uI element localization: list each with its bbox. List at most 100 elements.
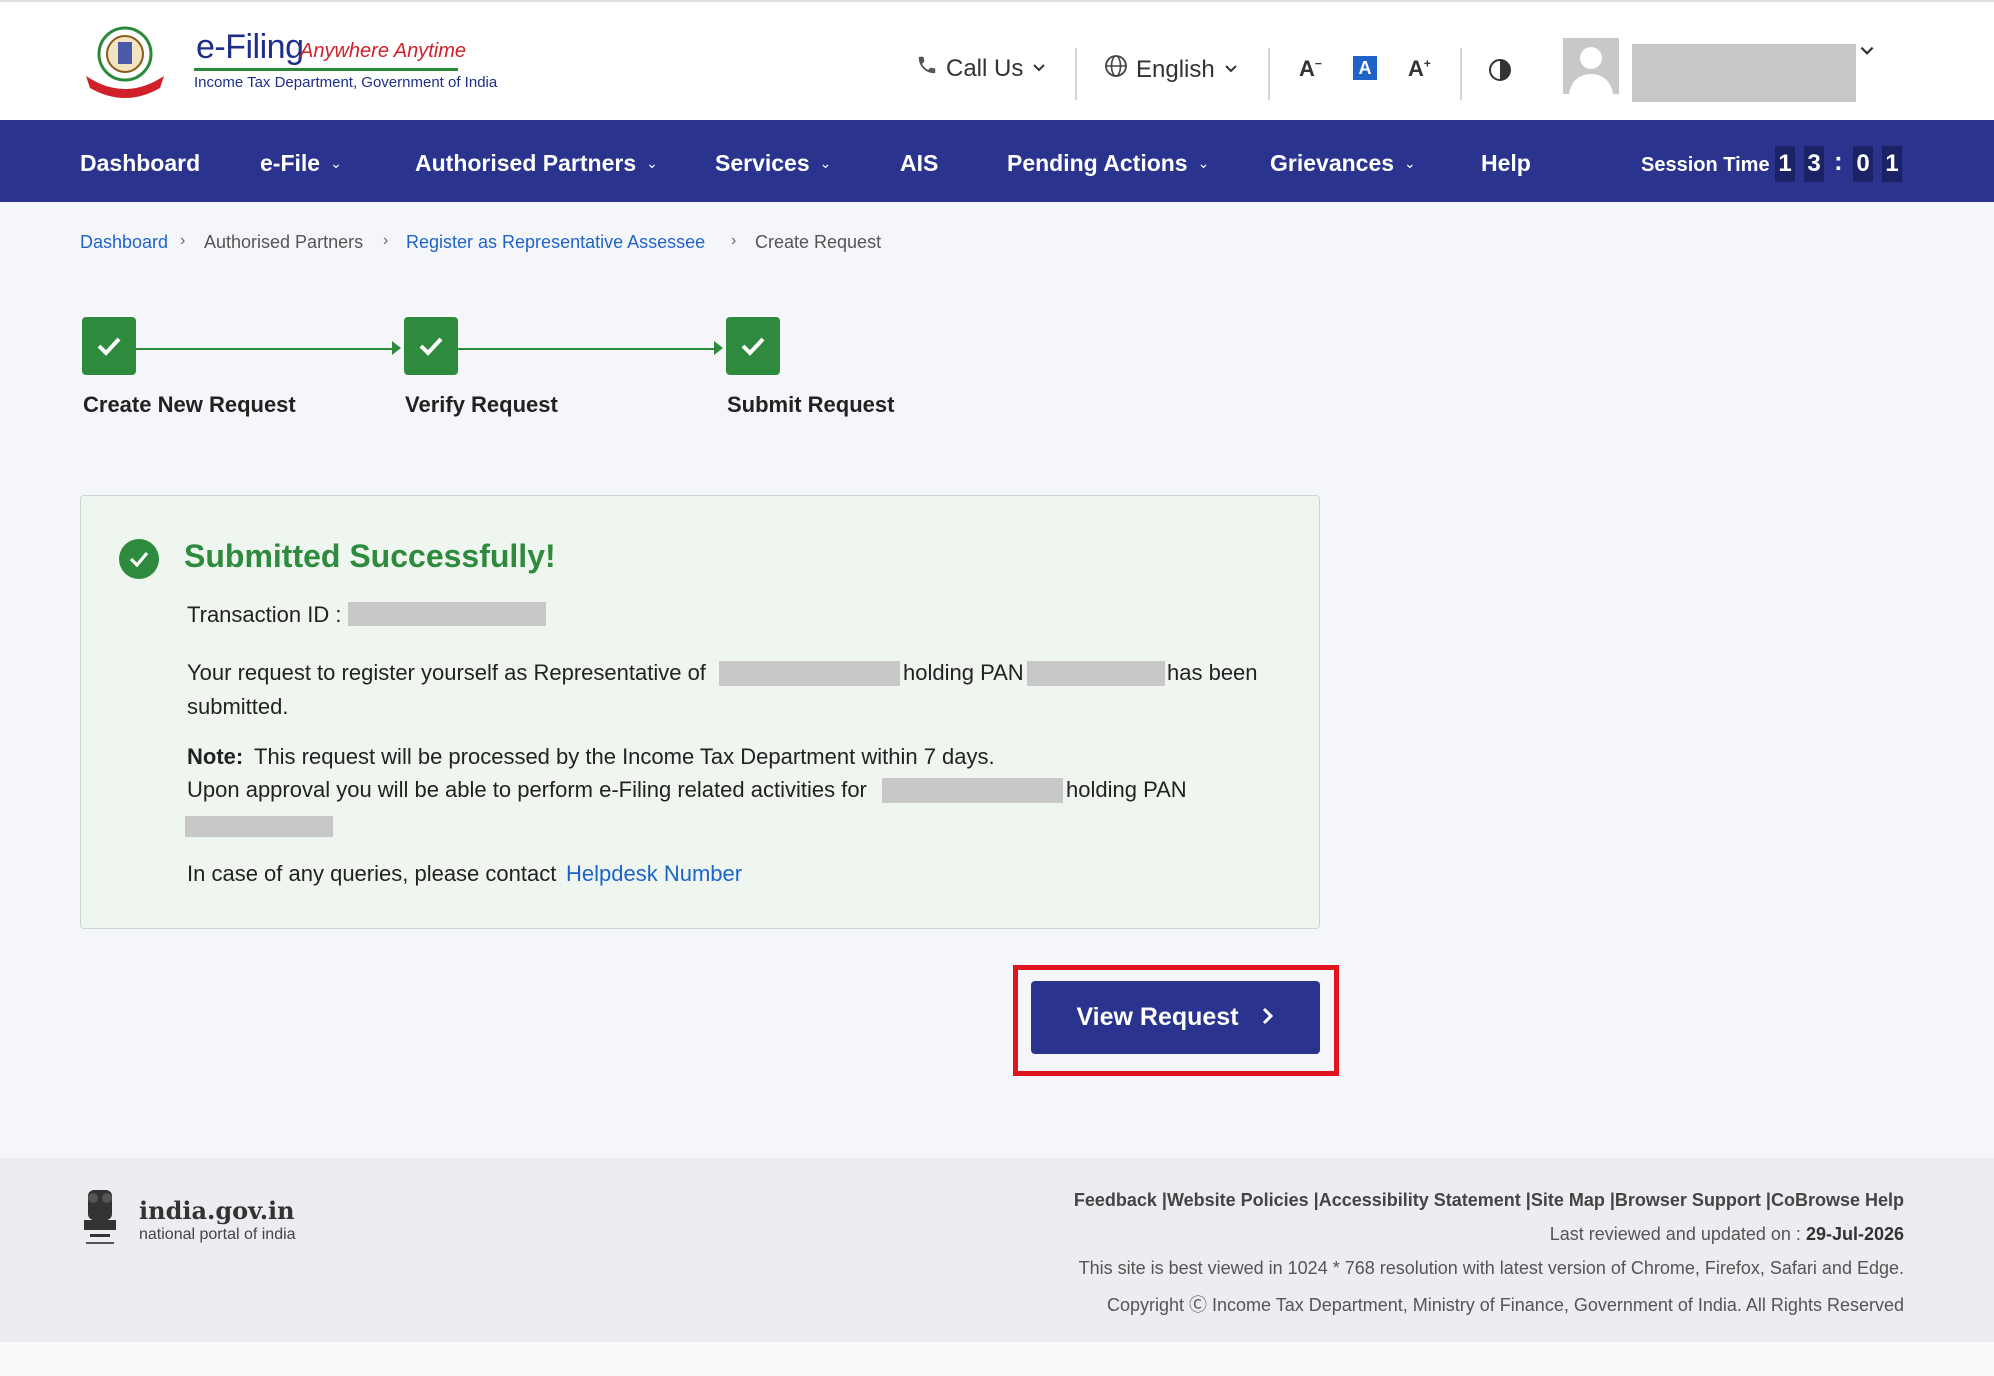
contrast-icon[interactable]	[1488, 58, 1512, 87]
message-text: submitted.	[187, 694, 289, 719]
logo-tagline: Anywhere Anytime	[300, 40, 466, 62]
link-separator: |	[1156, 1190, 1167, 1210]
step-label-verify: Verify Request	[405, 392, 558, 417]
note-text: This request will be processed by the In…	[254, 744, 995, 769]
footer-link-browser-support[interactable]: Browser Support	[1615, 1190, 1761, 1210]
arrow-right-icon	[392, 341, 401, 355]
national-emblem-icon	[78, 1184, 122, 1254]
nav-label: e-File	[260, 150, 321, 176]
approval-text: Upon approval you will be able to perfor…	[187, 777, 867, 802]
copyright-text: Copyright Ⓒ Income Tax Department, Minis…	[1106, 1295, 1904, 1315]
header-divider	[1075, 48, 1077, 100]
footer-link-website-policies[interactable]: Website Policies	[1167, 1190, 1309, 1210]
chevron-right-icon	[1261, 1003, 1275, 1032]
last-reviewed: Last reviewed and updated on : 29-Jul-20…	[1550, 1224, 1904, 1245]
queries-text: In case of any queries, please contact	[187, 861, 557, 886]
header-divider	[1268, 48, 1270, 100]
india-gov-subtitle: national portal of india	[139, 1226, 296, 1243]
approval-pan-label: holding PAN	[1066, 777, 1187, 802]
success-check-icon	[119, 539, 159, 579]
footer-link-site-map[interactable]: Site Map	[1531, 1190, 1605, 1210]
language-label: English	[1136, 55, 1215, 83]
nav-label: Authorised Partners	[415, 150, 637, 176]
user-name-redacted[interactable]	[1632, 44, 1856, 102]
chevron-down-icon: ⌄	[1404, 155, 1416, 171]
india-gov-title[interactable]: india.gov.in	[139, 1196, 295, 1225]
language-dropdown[interactable]: English	[1104, 54, 1239, 85]
link-separator: |	[1760, 1190, 1771, 1210]
chevron-right-icon: ›	[731, 232, 737, 249]
link-separator: |	[1520, 1190, 1531, 1210]
message-text: has been	[1167, 660, 1258, 685]
success-card: Submitted Successfully! Transaction ID :…	[80, 495, 1320, 929]
chevron-down-icon[interactable]	[1858, 42, 1876, 65]
main-nav: Dashboard e-File ⌄ Authorised Partners ⌄ S…	[0, 120, 1994, 202]
helpdesk-link[interactable]: Helpdesk Number	[566, 861, 742, 887]
step-connector	[136, 348, 392, 350]
call-us-dropdown[interactable]: Call Us	[916, 54, 1047, 83]
footer-link-cobrowse-help[interactable]: CoBrowse Help	[1771, 1190, 1904, 1210]
decrease-font-icon[interactable]: A−	[1299, 56, 1322, 82]
user-avatar-icon[interactable]	[1563, 38, 1619, 94]
nav-grievances[interactable]: Grievances ⌄	[1270, 150, 1416, 177]
arrow-right-icon	[714, 341, 723, 355]
nav-pending-actions[interactable]: Pending Actions ⌄	[1007, 150, 1209, 177]
chevron-down-icon: ⌄	[330, 155, 342, 171]
step-complete-check-icon	[82, 317, 136, 375]
best-viewed-note: This site is best viewed in 1024 * 768 r…	[1078, 1258, 1904, 1278]
site-footer: india.gov.in national portal of india Fe…	[0, 1158, 1994, 1342]
globe-icon	[1104, 54, 1128, 85]
chevron-down-icon: ⌄	[646, 155, 658, 171]
step-label-create: Create New Request	[83, 392, 296, 417]
nav-services[interactable]: Services ⌄	[715, 150, 831, 177]
view-request-button[interactable]: View Request	[1031, 981, 1320, 1054]
header-divider	[1460, 48, 1462, 100]
pan-redacted	[1027, 661, 1165, 686]
session-digit: 3	[1804, 146, 1824, 182]
chevron-down-icon	[1223, 56, 1239, 84]
last-reviewed-label: Last reviewed and updated on :	[1549, 1224, 1801, 1244]
footer-link-accessibility[interactable]: Accessibility Statement	[1319, 1190, 1521, 1210]
nav-label: Pending Actions	[1007, 150, 1188, 176]
breadcrumb-dashboard[interactable]: Dashboard	[80, 232, 168, 253]
session-digit: 0	[1853, 146, 1873, 182]
logo-title: e-Filing	[196, 28, 304, 66]
step-complete-check-icon	[404, 317, 458, 375]
nav-label: Services	[715, 150, 810, 176]
pan-redacted	[185, 816, 333, 837]
chevron-right-icon: ›	[180, 232, 186, 249]
logo-subtitle: Income Tax Department, Government of Ind…	[194, 74, 498, 91]
nav-label: Help	[1481, 150, 1531, 176]
nav-label: Dashboard	[80, 150, 201, 176]
footer-link-feedback[interactable]: Feedback	[1074, 1190, 1157, 1210]
nav-efile[interactable]: e-File ⌄	[260, 150, 342, 177]
view-request-label: View Request	[1076, 1003, 1239, 1031]
breadcrumb-register-representative[interactable]: Register as Representative Assessee	[406, 232, 705, 253]
nav-help[interactable]: Help	[1481, 150, 1531, 177]
logo-underline	[194, 68, 458, 71]
default-font-icon[interactable]: A	[1353, 56, 1377, 80]
nav-dashboard[interactable]: Dashboard	[80, 150, 200, 177]
link-separator: |	[1308, 1190, 1319, 1210]
breadcrumb-authorised-partners: Authorised Partners	[204, 232, 364, 252]
assessee-name-redacted	[719, 661, 900, 686]
step-complete-check-icon	[726, 317, 780, 375]
note-label: Note:	[187, 744, 244, 769]
session-colon: :	[1834, 146, 1843, 176]
call-us-label: Call Us	[946, 54, 1024, 82]
page-bottom-strip	[0, 1342, 1994, 1376]
nav-ais[interactable]: AIS	[900, 150, 938, 177]
site-header: e-Filing Anywhere Anytime Income Tax Dep…	[0, 0, 1994, 120]
chevron-right-icon: ›	[383, 232, 389, 249]
chevron-down-icon	[1031, 55, 1047, 83]
nav-authorised-partners[interactable]: Authorised Partners ⌄	[415, 150, 658, 177]
nav-label: AIS	[900, 150, 939, 176]
breadcrumb-create-request: Create Request	[755, 232, 882, 252]
session-digit: 1	[1882, 146, 1902, 182]
increase-font-icon[interactable]: A+	[1408, 56, 1431, 82]
income-tax-logo-icon[interactable]	[80, 22, 170, 100]
session-time-label: Session Time	[1641, 154, 1770, 176]
chevron-down-icon: ⌄	[1197, 155, 1210, 171]
last-reviewed-date: 29-Jul-2026	[1805, 1224, 1904, 1244]
link-separator: |	[1604, 1190, 1615, 1210]
